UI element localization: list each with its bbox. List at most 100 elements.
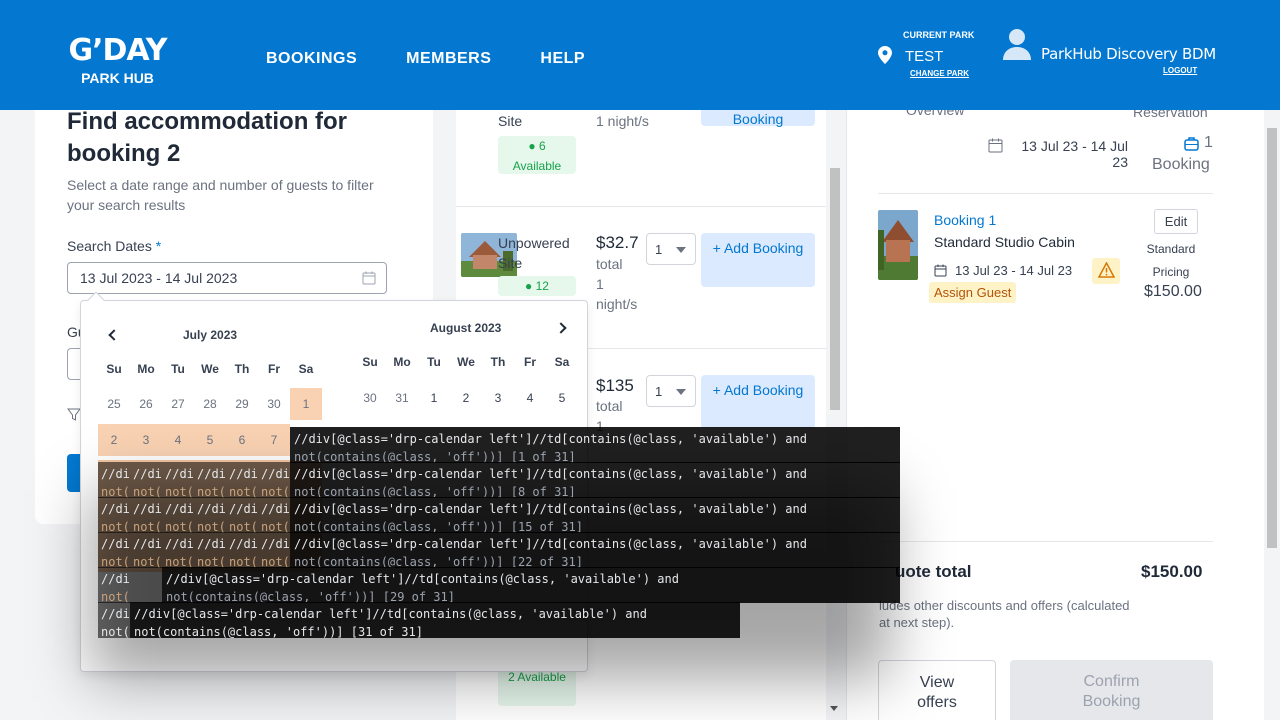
logo-sub-text: PARK HUB bbox=[81, 70, 154, 86]
summary-scroll-thumb[interactable] bbox=[1267, 128, 1277, 548]
confirm-booking-button[interactable]: Confirm Booking bbox=[1010, 660, 1213, 720]
nav-bookings[interactable]: BOOKINGS bbox=[266, 50, 357, 68]
weekday-header: Sa bbox=[554, 355, 570, 369]
weekday-header: Tu bbox=[427, 355, 441, 369]
calendar-day[interactable]: 5 bbox=[194, 424, 226, 456]
xpath-text: //div[@class='drp-calendar left']//td[co… bbox=[294, 537, 807, 551]
change-park-link[interactable]: CHANGE PARK bbox=[910, 69, 969, 78]
xpath-tooltip: //div[@class='drp-calendar left']//td[co… bbox=[290, 497, 900, 533]
warning-badge bbox=[1092, 258, 1120, 284]
result-site-name: Site bbox=[498, 113, 523, 129]
weekday-header: Th bbox=[490, 355, 506, 369]
calendar-day[interactable]: 2 bbox=[98, 424, 130, 456]
xpath-fragment-text: //di bbox=[101, 572, 130, 586]
pricing-type: Standard Pricing bbox=[1146, 242, 1196, 279]
add-booking-label: + Add Booking bbox=[712, 240, 804, 256]
app-header: G’DAY PARK HUB BOOKINGS MEMBERS HELP CUR… bbox=[0, 0, 1280, 110]
filter-icon[interactable] bbox=[67, 408, 81, 422]
booking-title-link[interactable]: Booking 1 bbox=[934, 212, 996, 228]
xpath-fragment-text: //di bbox=[261, 467, 290, 481]
result-site-name: Unpowered Site bbox=[498, 235, 570, 271]
edit-booking-button[interactable]: Edit bbox=[1154, 209, 1198, 234]
xpath-text: //div[@class='drp-calendar left']//td[co… bbox=[294, 502, 807, 516]
weekday-header: Tu bbox=[171, 362, 185, 376]
result-price-unit: total bbox=[596, 398, 623, 414]
gday-parkhub-logo[interactable]: G’DAY PARK HUB bbox=[60, 36, 175, 87]
booking-price: $150.00 bbox=[1144, 283, 1202, 300]
calendar-day[interactable]: 5 bbox=[546, 382, 578, 414]
calendar-day-off: 30 bbox=[267, 397, 281, 411]
xpath-fragment: //di not( bbox=[162, 462, 194, 498]
xpath-fragment-text: //di bbox=[165, 467, 194, 481]
logout-link[interactable]: LOGOUT bbox=[1163, 66, 1197, 75]
quantity-value: 1 bbox=[655, 242, 663, 257]
calendar-day[interactable]: 6 bbox=[226, 424, 258, 456]
calendar-day[interactable]: 3 bbox=[482, 382, 514, 414]
xpath-tooltip: //div[@class='drp-calendar left']//td[co… bbox=[290, 427, 900, 463]
nav-help[interactable]: HELP bbox=[540, 50, 585, 68]
quantity-select[interactable]: 1 bbox=[646, 375, 696, 407]
booking-count: 1 bbox=[1204, 134, 1213, 151]
results-scroll-thumb[interactable] bbox=[830, 168, 840, 410]
quantity-select[interactable]: 1 bbox=[646, 233, 696, 265]
main-nav: BOOKINGS MEMBERS HELP bbox=[266, 50, 585, 68]
right-month-title: August 2023 bbox=[430, 321, 502, 335]
calendar-icon bbox=[988, 138, 1003, 153]
xpath-fragment: //di not( bbox=[130, 497, 162, 533]
chevron-down-icon bbox=[676, 389, 686, 395]
xpath-fragment: //di not( bbox=[226, 462, 258, 498]
xpath-fragment: //di not( bbox=[194, 532, 226, 568]
xpath-fragment: //di not( bbox=[130, 532, 162, 568]
weekday-header: Th bbox=[234, 362, 250, 376]
xpath-fragment: //di not( bbox=[98, 462, 130, 498]
calendar-day[interactable]: 4 bbox=[162, 424, 194, 456]
xpath-tooltip: //div[@class='drp-calendar left']//td[co… bbox=[162, 567, 900, 603]
availability-count: ● bbox=[525, 279, 536, 293]
view-offers-label: View offers bbox=[917, 674, 957, 711]
add-booking-button[interactable]: + Add Booking bbox=[701, 233, 815, 287]
weekday-header: Su bbox=[362, 355, 378, 369]
xpath-fragment: //di not( bbox=[194, 462, 226, 498]
search-title: Find accommodation for booking 2 bbox=[67, 108, 348, 167]
calendar-day-off: 28 bbox=[203, 397, 217, 411]
result-nights: 1 night/s bbox=[596, 113, 649, 129]
xpath-fragment: //di not( bbox=[98, 532, 130, 568]
xpath-fragment-text: //di bbox=[229, 467, 258, 481]
xpath-match: not(contains(@class, 'off'))] [31 of 31] bbox=[134, 625, 423, 638]
xpath-fragment: //di not( bbox=[258, 497, 290, 533]
xpath-fragment-text: //di bbox=[261, 537, 290, 551]
calendar-day-off: 26 bbox=[139, 397, 153, 411]
assign-guest-button[interactable]: Assign Guest bbox=[929, 282, 1017, 303]
xpath-fragment-text: //di bbox=[133, 537, 162, 551]
search-dates-input[interactable]: 13 Jul 2023 - 14 Jul 2023 bbox=[67, 262, 387, 294]
xpath-fragment: //di not( bbox=[226, 532, 258, 568]
availability-count-value: 12 bbox=[535, 279, 549, 293]
calendar-day[interactable]: 2 bbox=[450, 382, 482, 414]
calendar-day[interactable]: 3 bbox=[130, 424, 162, 456]
xpath-fragment-text: //di bbox=[101, 607, 130, 621]
xpath-fragment-text: //di bbox=[165, 502, 194, 516]
add-booking-button[interactable]: + Add Booking bbox=[701, 375, 815, 429]
xpath-fragment-text: //di bbox=[101, 467, 130, 481]
view-offers-button[interactable]: View offers bbox=[878, 660, 996, 720]
xpath-fragment: //di not( bbox=[226, 497, 258, 533]
weekday-header: Su bbox=[106, 362, 122, 376]
row-divider bbox=[456, 206, 826, 207]
xpath-text: //div[@class='drp-calendar left']//td[co… bbox=[166, 572, 679, 586]
calendar-day[interactable]: 1 bbox=[290, 388, 322, 420]
left-month-title: July 2023 bbox=[183, 328, 238, 342]
calendar-icon bbox=[934, 264, 947, 277]
calendar-day[interactable]: 1 bbox=[418, 382, 450, 414]
search-dates-value: 13 Jul 2023 - 14 Jul 2023 bbox=[80, 270, 238, 286]
calendar-day[interactable]: 7 bbox=[258, 424, 290, 456]
calendar-day[interactable]: 4 bbox=[514, 382, 546, 414]
scroll-down-arrow[interactable] bbox=[830, 706, 838, 711]
xpath-fragment-text: //di bbox=[165, 537, 194, 551]
add-booking-label: Booking bbox=[732, 111, 784, 127]
xpath-fragment-text: //di bbox=[197, 537, 226, 551]
xpath-fragment: //di not( bbox=[162, 532, 194, 568]
xpath-fragment: //di not( bbox=[162, 497, 194, 533]
xpath-fragment: //di not( bbox=[258, 532, 290, 568]
booking-thumbnail bbox=[878, 210, 918, 280]
nav-members[interactable]: MEMBERS bbox=[406, 50, 491, 68]
